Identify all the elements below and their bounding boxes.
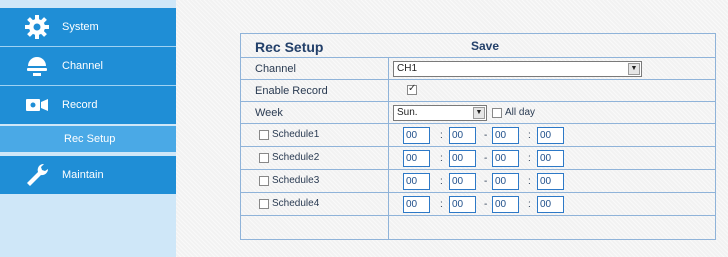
channel-select-value: CH1	[397, 63, 418, 74]
gear-icon	[24, 14, 50, 40]
rec-setup-panel: Rec Setup Save Channel CH1 ▼ Enable Reco…	[240, 33, 716, 240]
enable-record-checkbox[interactable]	[407, 83, 417, 95]
row-divider	[241, 215, 715, 216]
time-separator: :	[440, 130, 443, 141]
time-separator: :	[440, 176, 443, 187]
time-separator: :	[440, 199, 443, 210]
schedule1-start-minute[interactable]: 00	[449, 127, 476, 144]
sidebar-item-label: Record	[62, 99, 98, 111]
schedule1-end-minute[interactable]: 00	[537, 127, 564, 144]
schedule1-end-hour[interactable]: 00	[492, 127, 519, 144]
row-divider	[241, 146, 715, 147]
sidebar-item-label: Channel	[62, 60, 103, 72]
schedule1-label: Schedule1	[272, 129, 320, 140]
schedule1-checkbox[interactable]	[259, 130, 269, 140]
time-separator: :	[528, 176, 531, 187]
schedule4-start-hour[interactable]: 00	[403, 196, 430, 213]
schedule4-end-minute[interactable]: 00	[537, 196, 564, 213]
content-area: Rec Setup Save Channel CH1 ▼ Enable Reco…	[176, 0, 728, 257]
page-title: Rec Setup	[255, 39, 324, 55]
week-select[interactable]: Sun. ▼	[393, 105, 487, 121]
schedule3-checkbox[interactable]	[259, 176, 269, 186]
schedule1-start-hour[interactable]: 00	[403, 127, 430, 144]
chevron-down-icon[interactable]: ▼	[628, 63, 640, 75]
schedule4-end-hour[interactable]: 00	[492, 196, 519, 213]
schedule2-end-hour[interactable]: 00	[492, 150, 519, 167]
time-separator: :	[528, 153, 531, 164]
schedule4-checkbox[interactable]	[259, 199, 269, 209]
schedule2-label: Schedule2	[272, 152, 320, 163]
all-day-checkbox[interactable]	[492, 108, 502, 118]
time-separator: :	[440, 153, 443, 164]
row-divider	[241, 169, 715, 170]
range-separator: -	[484, 199, 488, 210]
range-separator: -	[484, 176, 488, 187]
schedule2-start-hour[interactable]: 00	[403, 150, 430, 167]
range-separator: -	[484, 153, 488, 164]
range-separator: -	[484, 130, 488, 141]
column-divider	[388, 57, 389, 240]
schedule2-checkbox[interactable]	[259, 153, 269, 163]
channel-select[interactable]: CH1 ▼	[393, 61, 642, 77]
sidebar-item-label: System	[62, 21, 99, 33]
wrench-icon	[24, 162, 50, 188]
sidebar-item-maintain[interactable]: Maintain	[0, 156, 176, 194]
save-button[interactable]: Save	[471, 39, 499, 53]
channel-label: Channel	[255, 63, 296, 75]
schedule2-start-minute[interactable]: 00	[449, 150, 476, 167]
row-divider	[241, 192, 715, 193]
time-separator: :	[528, 130, 531, 141]
row-divider	[241, 57, 715, 58]
time-separator: :	[528, 199, 531, 210]
sidebar-subitem-rec-setup[interactable]: Rec Setup	[0, 126, 176, 152]
week-select-value: Sun.	[397, 107, 418, 118]
row-divider	[241, 101, 715, 102]
schedule4-start-minute[interactable]: 00	[449, 196, 476, 213]
enable-record-label: Enable Record	[255, 85, 328, 97]
schedule2-end-minute[interactable]: 00	[537, 150, 564, 167]
schedule3-end-minute[interactable]: 00	[537, 173, 564, 190]
sidebar-subitem-label: Rec Setup	[64, 133, 116, 145]
video-camera-icon	[24, 92, 50, 118]
schedule3-start-minute[interactable]: 00	[449, 173, 476, 190]
sidebar-item-system[interactable]: System	[0, 8, 176, 46]
schedule3-start-hour[interactable]: 00	[403, 173, 430, 190]
sidebar-item-record[interactable]: Record	[0, 86, 176, 124]
week-label: Week	[255, 107, 283, 119]
sidebar-item-label: Maintain	[62, 169, 104, 181]
chevron-down-icon[interactable]: ▼	[473, 107, 485, 119]
schedule3-label: Schedule3	[272, 175, 320, 186]
all-day-label: All day	[505, 107, 536, 118]
sidebar: System Channel Record Rec Setup Maintain	[0, 0, 176, 257]
row-divider	[241, 79, 715, 80]
sidebar-item-channel[interactable]: Channel	[0, 47, 176, 85]
row-divider	[241, 123, 715, 124]
schedule3-end-hour[interactable]: 00	[492, 173, 519, 190]
schedule4-label: Schedule4	[272, 198, 320, 209]
dome-camera-icon	[24, 53, 50, 79]
